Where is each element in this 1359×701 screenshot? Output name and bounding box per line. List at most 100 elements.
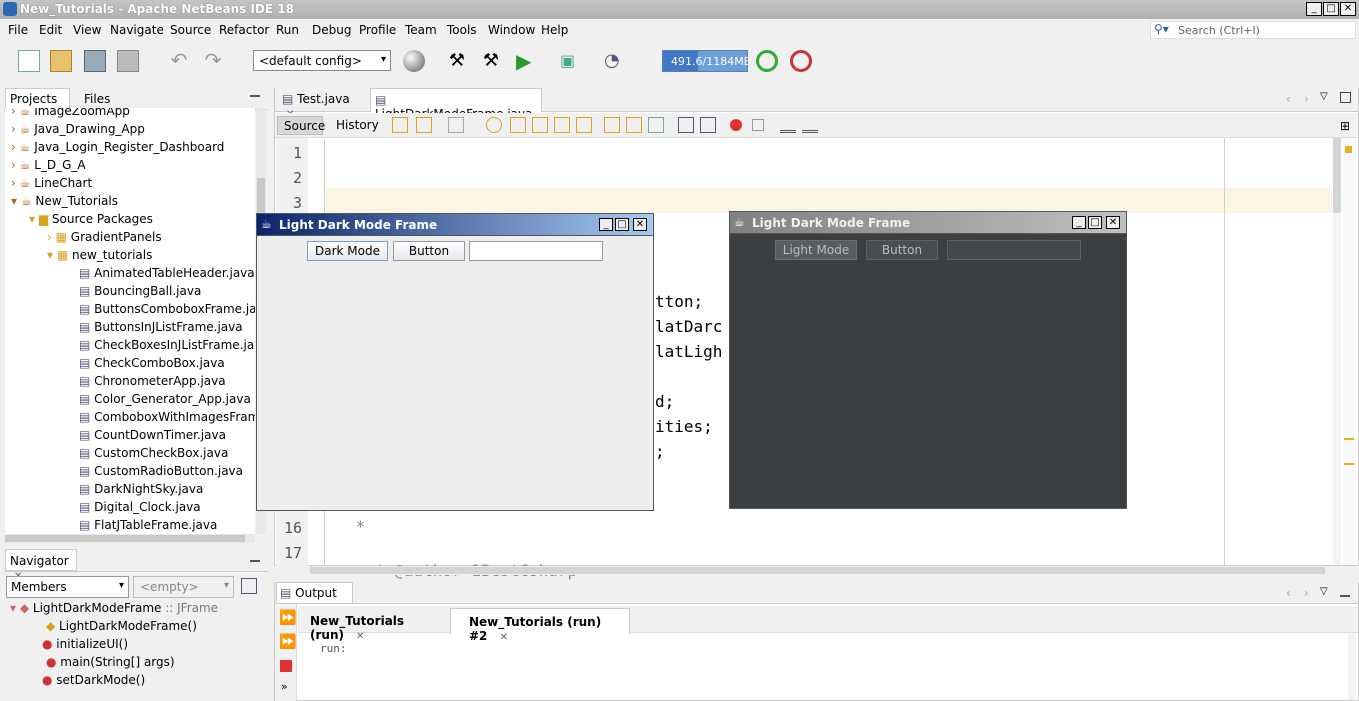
- warning-marker[interactable]: [1345, 146, 1352, 153]
- members-select[interactable]: Members ▾: [6, 576, 129, 598]
- tree-item[interactable]: ▤ ButtonsComboboxFrame.java: [79, 302, 255, 316]
- light-frame-textfield[interactable]: [469, 241, 603, 261]
- tree-item[interactable]: ▤ FlatJTableFrame.java: [79, 518, 217, 532]
- menu-refactor[interactable]: Refactor: [219, 23, 269, 37]
- minimize-panel-icon[interactable]: [250, 95, 260, 97]
- minimize-button[interactable]: _: [1306, 2, 1322, 16]
- member-item[interactable]: ● setDarkMode(): [42, 673, 145, 687]
- tab-nav-right-icon[interactable]: ›: [1304, 92, 1309, 106]
- menu-debug[interactable]: Debug: [312, 23, 351, 37]
- tab-run-1[interactable]: New_Tutorials (run) ✕: [300, 608, 448, 642]
- memory-usage-bar[interactable]: 491.6/1184MB: [662, 50, 751, 72]
- search-input[interactable]: ⚲▾ Search (Ctrl+I): [1150, 21, 1356, 39]
- tree-item[interactable]: ▤ ComboboxWithImagesFrame.java: [79, 410, 255, 424]
- tree-item[interactable]: ▤ ButtonsInJListFrame.java: [79, 320, 243, 334]
- save-all-icon[interactable]: [117, 50, 139, 72]
- maximize-button[interactable]: □: [1088, 216, 1102, 229]
- toggle-bookmark-icon[interactable]: [648, 117, 664, 133]
- history-button[interactable]: History: [336, 118, 379, 132]
- menu-tools[interactable]: Tools: [447, 23, 477, 37]
- dark-mode-button[interactable]: Dark Mode: [307, 241, 388, 261]
- tree-item[interactable]: ▤ CustomCheckBox.java: [79, 446, 228, 460]
- maximize-button[interactable]: □: [615, 218, 629, 231]
- find-previous-icon[interactable]: [510, 117, 526, 133]
- split-editor-icon[interactable]: ⊞: [1340, 119, 1350, 133]
- code-fragment[interactable]: ities;: [655, 417, 713, 436]
- source-button[interactable]: Source: [277, 116, 325, 135]
- close-icon[interactable]: ✕: [500, 632, 508, 643]
- menu-run[interactable]: Run: [276, 23, 299, 37]
- build-hammer-icon[interactable]: ⚒: [446, 50, 468, 72]
- light-frame-button[interactable]: Button: [393, 241, 465, 261]
- member-item[interactable]: ● initializeUI(): [42, 637, 128, 651]
- run-icon[interactable]: ▶: [516, 50, 538, 72]
- tree-item[interactable]: ▤ DarkNightSky.java: [79, 482, 203, 496]
- tree-item[interactable]: › ☕ ImageZoomApp: [11, 108, 130, 118]
- tree-item[interactable]: ▤ Color_Generator_App.java: [79, 392, 251, 406]
- profile-icon[interactable]: ◔: [604, 50, 626, 72]
- tree-item[interactable]: › ☕ L_D_G_A: [11, 158, 86, 172]
- dark-frame-textfield[interactable]: [947, 240, 1081, 260]
- editor-hscrollbar[interactable]: [310, 566, 1330, 575]
- navigator-root[interactable]: ▾ ◆ LightDarkModeFrame :: JFrame: [10, 601, 218, 615]
- tree-item[interactable]: ▤ CheckBoxesInJListFrame.java: [79, 338, 255, 352]
- menu-edit[interactable]: Edit: [39, 23, 62, 37]
- minimize-panel-icon[interactable]: [1340, 595, 1350, 597]
- tab-list-icon[interactable]: ▽: [1320, 91, 1328, 102]
- tree-item[interactable]: ▤ CheckComboBox.java: [79, 356, 225, 370]
- shift-right-icon[interactable]: [700, 117, 716, 133]
- member-item[interactable]: ◆ LightDarkModeFrame(): [46, 619, 197, 633]
- close-icon[interactable]: ✕: [356, 631, 364, 642]
- output-nav-left-icon[interactable]: ‹: [1286, 586, 1291, 600]
- member-item[interactable]: ● main(String[] args): [46, 655, 175, 669]
- code-fragment[interactable]: latDarc: [655, 317, 722, 336]
- tree-hscrollbar-thumb[interactable]: [5, 535, 245, 542]
- toggle-highlight-icon[interactable]: [576, 117, 592, 133]
- stop-icon[interactable]: [280, 660, 292, 672]
- navigator-settings-icon[interactable]: [241, 578, 257, 594]
- code-fragment[interactable]: ;: [655, 442, 665, 461]
- minimize-panel-icon[interactable]: [250, 560, 260, 562]
- code-fragment[interactable]: tton;: [655, 292, 703, 311]
- output-text[interactable]: run:: [320, 642, 347, 655]
- comment-icon[interactable]: [780, 117, 796, 133]
- tab-nav-left-icon[interactable]: ‹: [1286, 92, 1291, 106]
- editor-vscrollbar-thumb[interactable]: [1333, 138, 1341, 213]
- output-nav-right-icon[interactable]: ›: [1304, 586, 1309, 600]
- find-selection-icon[interactable]: [554, 117, 570, 133]
- rerun-config-icon[interactable]: ⏩: [279, 634, 296, 650]
- redo-icon[interactable]: ↷: [202, 50, 224, 72]
- find-icon[interactable]: [486, 117, 502, 133]
- editor-vscrollbar[interactable]: [1333, 138, 1341, 565]
- find-next-icon[interactable]: [532, 117, 548, 133]
- tab-run-2[interactable]: New_Tutorials (run) #2 ✕: [450, 608, 630, 643]
- minimize-button[interactable]: _: [599, 218, 613, 231]
- maximize-button[interactable]: □: [1323, 2, 1339, 16]
- more-icon[interactable]: »: [281, 680, 288, 693]
- dark-frame-button[interactable]: Button: [866, 240, 938, 260]
- undo-icon[interactable]: ↶: [168, 50, 190, 72]
- menu-source[interactable]: Source: [170, 23, 211, 37]
- start-macro-icon[interactable]: [730, 119, 742, 131]
- profile-snapshot-icon[interactable]: [790, 50, 812, 72]
- minimize-button[interactable]: _: [1072, 216, 1086, 229]
- close-button[interactable]: ✕: [1340, 2, 1356, 16]
- tree-item[interactable]: ▤ CountDownTimer.java: [79, 428, 226, 442]
- tree-item[interactable]: › ☕ LineChart: [11, 176, 92, 190]
- menu-window[interactable]: Window: [488, 23, 535, 37]
- empty-select[interactable]: <empty> ▾: [133, 576, 234, 598]
- tab-files[interactable]: Files: [84, 92, 110, 106]
- stop-macro-icon[interactable]: [752, 119, 764, 131]
- menu-team[interactable]: Team: [405, 23, 437, 37]
- maximize-editor-icon[interactable]: [1340, 92, 1351, 103]
- rerun-icon[interactable]: ⏩: [279, 610, 296, 626]
- open-project-icon[interactable]: [84, 50, 106, 72]
- tab-navigator[interactable]: Navigator ✕: [5, 549, 77, 582]
- editor-hscrollbar-thumb[interactable]: [310, 567, 1325, 574]
- close-button[interactable]: ✕: [1106, 216, 1120, 229]
- tree-item[interactable]: › ▦ GradientPanels: [47, 230, 162, 244]
- gc-icon[interactable]: [756, 50, 778, 72]
- warning-marker[interactable]: [1344, 438, 1354, 440]
- output-list-icon[interactable]: ▽: [1320, 586, 1328, 597]
- code-line-comment[interactable]: *: [346, 517, 366, 536]
